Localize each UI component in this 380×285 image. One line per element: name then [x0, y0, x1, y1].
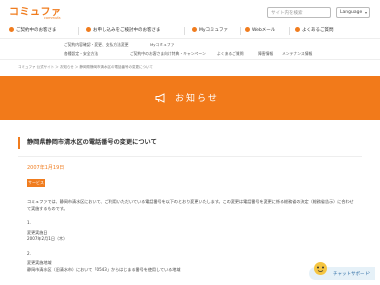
nav-item-current-customers[interactable]: ご契約中のお客さま [9, 25, 57, 36]
question-icon [295, 27, 300, 32]
search-input[interactable]: サイト内を検索 [267, 7, 331, 18]
section-value: 静岡市清水区（旧清水市）において「0543」からはじまる番号を使用している地域 [27, 266, 181, 272]
nav-item-faq[interactable]: よくあるご質問 [295, 25, 334, 36]
megaphone-icon [155, 93, 165, 103]
user-icon [9, 27, 14, 32]
chevron-down-icon: ▾ [364, 10, 367, 15]
main-nav: ご契約中のお客さま お申し込みをご検討中のお客さま Myコミュファ Webメール… [0, 25, 380, 36]
page-banner: お知らせ [0, 76, 380, 120]
chevron-right-icon: › [368, 270, 370, 276]
subnav-item-outage[interactable]: 障害情報 [258, 51, 273, 57]
article-date: 2007年1月19日 [27, 165, 65, 171]
chat-support-icon [314, 262, 327, 275]
nav-label: お申し込みをご検討中のお客さま [93, 28, 161, 33]
page-title: お知らせ [175, 94, 219, 104]
article-body: コミュファでは、静岡市清水区において、ご利用いただいている電話番号を以下のとおり… [27, 199, 354, 273]
article-paragraph: コミュファでは、静岡市清水区において、ご利用いただいている電話番号を以下のとおり… [27, 199, 354, 211]
search-placeholder: サイト内を検索 [271, 11, 303, 16]
subnav-item-faq[interactable]: よくあるご質問 [217, 51, 244, 57]
nav-label: Webメール [252, 28, 276, 33]
nav-item-webmail[interactable]: Webメール [245, 25, 275, 36]
chat-support-button[interactable]: チャットサポート › [309, 262, 375, 280]
subnav-item-contract[interactable]: ご契約内容確認・変更、支払方法変更 [64, 42, 129, 48]
subnav-item-campaign[interactable]: ご契約中のお客さま向け特典・キャンペーン [130, 51, 206, 57]
nav-divider [184, 27, 185, 35]
language-selector[interactable]: Language ▾ [336, 7, 370, 18]
article-title: 静岡県静岡市清水区の電話番号の変更について [18, 137, 362, 149]
user-plus-icon [86, 27, 91, 32]
home-icon [192, 27, 197, 32]
subnav-item-my-commufa[interactable]: Myコミュファ [150, 42, 175, 48]
language-label: Language [340, 10, 363, 15]
nav-label: よくあるご質問 [302, 28, 334, 33]
mail-icon [245, 27, 250, 32]
subnav-item-maintenance[interactable]: メンテナンス情報 [282, 51, 312, 57]
sub-nav: ご契約内容確認・変更、支払方法変更 Myコミュファ 各種設定・安全方法 ご契約中… [0, 38, 380, 60]
breadcrumb[interactable]: コミュファ 公式サイト ＞ お知らせ ＞ 静岡県静岡市清水区の電話番号の変更につ… [18, 65, 153, 70]
category-badge: サービス [27, 179, 45, 187]
logo-subtitle: commufa [44, 16, 61, 20]
nav-item-prospective-customers[interactable]: お申し込みをご検討中のお客さま [86, 25, 161, 36]
nav-label: ご契約中のお客さま [16, 28, 57, 33]
chat-support-label: チャットサポート [333, 272, 369, 277]
nav-item-my-commufa[interactable]: Myコミュファ [192, 25, 228, 36]
nav-label: Myコミュファ [199, 28, 229, 33]
nav-divider [289, 27, 290, 35]
subnav-item-settings[interactable]: 各種設定・安全方法 [64, 51, 98, 57]
divider [18, 156, 362, 157]
nav-divider [240, 27, 241, 35]
nav-divider [78, 27, 79, 35]
